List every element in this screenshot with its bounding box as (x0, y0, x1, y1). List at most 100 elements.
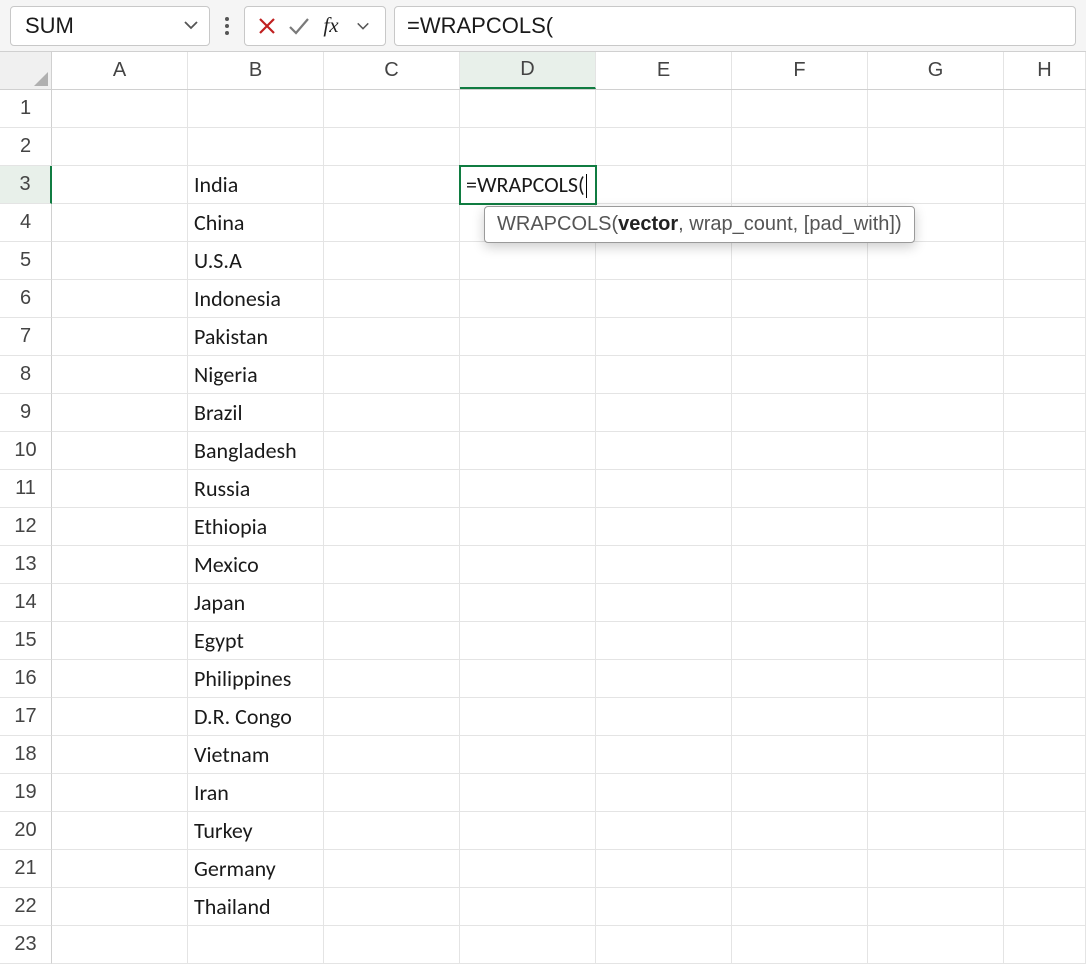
cell[interactable] (324, 432, 460, 470)
cell[interactable] (868, 850, 1004, 888)
cell[interactable]: Vietnam (188, 736, 324, 774)
row-header-9[interactable]: 9 (0, 394, 52, 432)
cell[interactable] (732, 128, 868, 166)
cell[interactable] (460, 926, 596, 964)
cell[interactable]: India (188, 166, 324, 204)
cell[interactable] (596, 736, 732, 774)
cell[interactable] (460, 812, 596, 850)
cell[interactable] (52, 128, 188, 166)
cell[interactable] (868, 736, 1004, 774)
col-header-F[interactable]: F (732, 52, 868, 89)
row-header-17[interactable]: 17 (0, 698, 52, 736)
cell[interactable] (52, 546, 188, 584)
cell[interactable] (460, 508, 596, 546)
cell[interactable]: Thailand (188, 888, 324, 926)
cell[interactable] (1004, 774, 1086, 812)
cell[interactable] (324, 204, 460, 242)
cell[interactable] (732, 90, 868, 128)
cell[interactable] (596, 508, 732, 546)
formula-input[interactable]: =WRAPCOLS( (394, 6, 1076, 46)
cell[interactable] (1004, 166, 1086, 204)
cell[interactable] (460, 318, 596, 356)
cell[interactable]: Ethiopia (188, 508, 324, 546)
cell[interactable]: Brazil (188, 394, 324, 432)
cell[interactable] (732, 508, 868, 546)
cell[interactable]: Turkey (188, 812, 324, 850)
cell[interactable] (1004, 318, 1086, 356)
cell[interactable] (1004, 128, 1086, 166)
cell[interactable] (732, 888, 868, 926)
cell[interactable] (460, 242, 596, 280)
cell[interactable] (732, 926, 868, 964)
function-tooltip[interactable]: WRAPCOLS(vector, wrap_count, [pad_with]) (484, 206, 915, 243)
more-icon[interactable] (218, 16, 236, 36)
cell[interactable] (868, 660, 1004, 698)
cell[interactable] (324, 774, 460, 812)
cell[interactable] (324, 470, 460, 508)
cell[interactable] (596, 812, 732, 850)
cell[interactable] (1004, 888, 1086, 926)
cell[interactable] (460, 660, 596, 698)
cell[interactable] (52, 584, 188, 622)
row-header-13[interactable]: 13 (0, 546, 52, 584)
cell[interactable] (732, 242, 868, 280)
cell[interactable] (460, 90, 596, 128)
cell[interactable]: Nigeria (188, 356, 324, 394)
cell[interactable] (868, 280, 1004, 318)
cell[interactable] (1004, 584, 1086, 622)
cell[interactable] (868, 394, 1004, 432)
cell[interactable] (1004, 432, 1086, 470)
cell[interactable] (460, 850, 596, 888)
cell[interactable] (52, 432, 188, 470)
cell[interactable] (868, 774, 1004, 812)
cell[interactable] (732, 470, 868, 508)
name-box[interactable]: SUM (10, 6, 210, 46)
cell[interactable] (52, 736, 188, 774)
cell[interactable] (460, 698, 596, 736)
cell[interactable] (868, 622, 1004, 660)
row-header-11[interactable]: 11 (0, 470, 52, 508)
cell[interactable] (1004, 394, 1086, 432)
cell[interactable]: Philippines (188, 660, 324, 698)
cell[interactable] (52, 280, 188, 318)
cell[interactable] (868, 546, 1004, 584)
cell[interactable] (324, 812, 460, 850)
cell[interactable] (324, 508, 460, 546)
cell[interactable] (596, 242, 732, 280)
cell[interactable]: Pakistan (188, 318, 324, 356)
cell[interactable] (1004, 812, 1086, 850)
cell[interactable] (52, 242, 188, 280)
cell[interactable] (732, 318, 868, 356)
cell[interactable] (732, 394, 868, 432)
cell[interactable] (596, 318, 732, 356)
cell[interactable] (868, 698, 1004, 736)
cell[interactable] (324, 850, 460, 888)
cell[interactable] (868, 926, 1004, 964)
cell[interactable] (596, 660, 732, 698)
cell[interactable] (52, 698, 188, 736)
cell[interactable] (1004, 280, 1086, 318)
cell[interactable] (324, 166, 460, 204)
cell[interactable] (1004, 508, 1086, 546)
cell[interactable] (460, 432, 596, 470)
cell[interactable] (460, 888, 596, 926)
row-header-3[interactable]: 3 (0, 166, 52, 204)
cell[interactable] (868, 166, 1004, 204)
row-header-22[interactable]: 22 (0, 888, 52, 926)
cell[interactable] (732, 546, 868, 584)
cell[interactable] (732, 736, 868, 774)
col-header-D[interactable]: D (460, 52, 596, 89)
cell[interactable] (460, 128, 596, 166)
cell[interactable] (188, 90, 324, 128)
cell[interactable] (460, 622, 596, 660)
cell[interactable] (324, 660, 460, 698)
cell[interactable]: Germany (188, 850, 324, 888)
row-header-23[interactable]: 23 (0, 926, 52, 964)
cell[interactable] (324, 622, 460, 660)
cell[interactable] (596, 926, 732, 964)
cell[interactable] (732, 660, 868, 698)
cell[interactable] (1004, 698, 1086, 736)
cell[interactable] (732, 280, 868, 318)
cell[interactable] (596, 90, 732, 128)
cell[interactable] (52, 622, 188, 660)
